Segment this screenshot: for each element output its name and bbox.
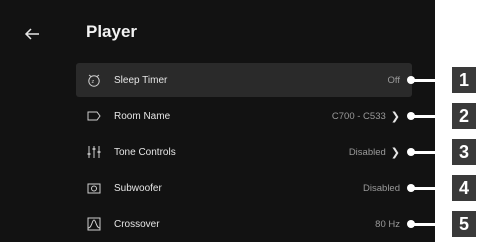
callout-badge: 5: [452, 211, 476, 237]
crossover-icon: [86, 216, 102, 232]
callout-line: [407, 184, 452, 192]
subwoofer-icon: [86, 180, 102, 196]
setting-label: Tone Controls: [114, 146, 176, 158]
setting-label: Room Name: [114, 110, 171, 122]
chevron-right-icon: ❯: [390, 146, 400, 159]
callout-badge: 4: [452, 175, 476, 201]
arrow-left-icon[interactable]: [22, 24, 42, 44]
callout-line: [407, 76, 452, 84]
sleep-timer-icon: z: [86, 72, 102, 88]
setting-value: Disabled: [363, 182, 400, 194]
setting-row-sleep-timer[interactable]: z Sleep Timer Off: [76, 63, 412, 97]
callout-line: [407, 112, 452, 120]
player-settings-screen: Player z Sleep Timer Off Room Name C700 …: [0, 0, 435, 242]
svg-text:z: z: [92, 79, 95, 85]
setting-row-subwoofer[interactable]: Subwoofer Disabled: [76, 171, 412, 205]
setting-row-crossover[interactable]: Crossover 80 Hz: [76, 207, 412, 241]
setting-label: Crossover: [114, 218, 160, 230]
page-title: Player: [86, 22, 138, 41]
setting-label: Sleep Timer: [114, 74, 168, 86]
setting-row-tone-controls[interactable]: Tone Controls Disabled ❯: [76, 135, 412, 169]
sliders-icon: [86, 144, 102, 160]
setting-value: Disabled ❯: [348, 146, 400, 159]
callout-line: [407, 148, 452, 156]
setting-value: 80 Hz: [375, 218, 400, 230]
callout-line: [407, 220, 452, 228]
setting-value: Off: [387, 74, 401, 86]
setting-label: Subwoofer: [114, 182, 162, 194]
chevron-right-icon: ❯: [390, 110, 400, 123]
callout-badge: 3: [452, 139, 476, 165]
room-tag-icon: [86, 108, 102, 124]
setting-value: C700 - C533 ❯: [331, 110, 400, 123]
callout-badge: 1: [452, 67, 476, 93]
setting-row-room-name[interactable]: Room Name C700 - C533 ❯: [76, 99, 412, 133]
callout-badge: 2: [452, 103, 476, 129]
